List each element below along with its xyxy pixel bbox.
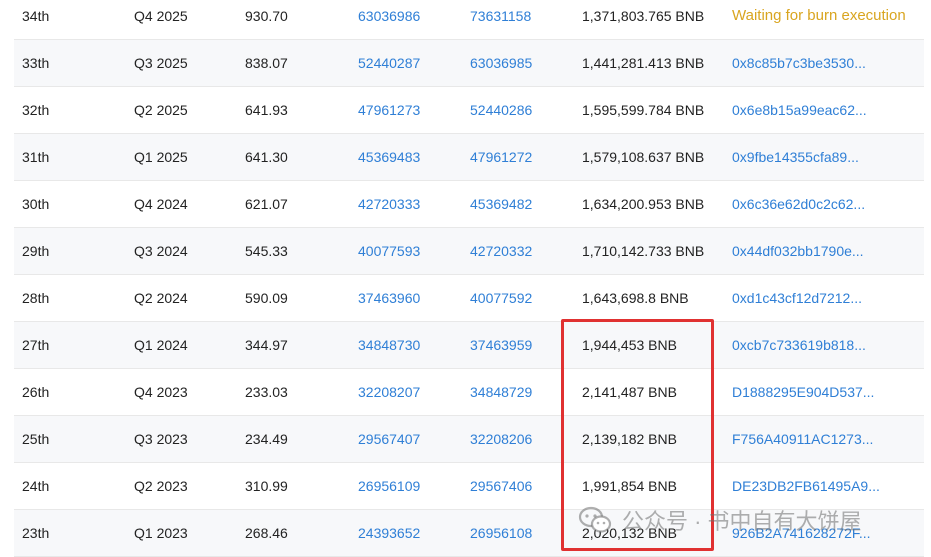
quarter-cell: Q2 2023 — [134, 478, 188, 494]
start-block-link[interactable]: 37463960 — [358, 275, 420, 321]
rank-cell: 33th — [22, 55, 50, 71]
tx-hash-link[interactable]: 0xd1c43cf12d7212... — [732, 275, 862, 321]
quarter-cell: Q3 2023 — [134, 431, 188, 447]
rank-cell: 24th — [22, 478, 50, 494]
rank-cell: 25th — [22, 431, 50, 447]
tx-hash-link[interactable]: 0x6e8b15a99eac62... — [732, 87, 867, 133]
end-block-link[interactable]: 45369482 — [470, 181, 532, 227]
rank-cell: 31th — [22, 149, 50, 165]
quarter-cell: Q1 2023 — [134, 525, 188, 541]
start-block-link[interactable]: 24393652 — [358, 510, 420, 556]
burn-amount-cell: 2,139,182 BNB — [582, 431, 677, 447]
quarter-cell: Q4 2025 — [134, 8, 188, 24]
table-row: 30th Q4 2024 621.07 42720333 45369482 1,634,2… — [14, 181, 924, 228]
quarter-cell: Q3 2025 — [134, 55, 188, 71]
rank-cell: 34th — [22, 8, 50, 24]
pending-status: Waiting for burn execution — [732, 7, 906, 24]
start-block-link[interactable]: 52440287 — [358, 40, 420, 86]
price-cell: 344.97 — [245, 337, 288, 353]
rank-cell: 32th — [22, 102, 50, 118]
rank-cell: 28th — [22, 290, 50, 306]
price-cell: 234.49 — [245, 431, 288, 447]
tx-hash-link[interactable]: 0x44df032bb1790e... — [732, 228, 864, 274]
start-block-link[interactable]: 34848730 — [358, 322, 420, 368]
end-block-link[interactable]: 32208206 — [470, 416, 532, 462]
rank-cell: 23th — [22, 525, 50, 541]
end-block-link[interactable]: 63036985 — [470, 40, 532, 86]
price-cell: 310.99 — [245, 478, 288, 494]
tx-hash-link[interactable]: F756A40911AC1273... — [732, 416, 873, 462]
start-block-link[interactable]: 45369483 — [358, 134, 420, 180]
price-cell: 641.30 — [245, 149, 288, 165]
table-row: 32th Q2 2025 641.93 47961273 52440286 1,595,5… — [14, 87, 924, 134]
price-cell: 268.46 — [245, 525, 288, 541]
start-block-link[interactable]: 42720333 — [358, 181, 420, 227]
quarter-cell: Q4 2023 — [134, 384, 188, 400]
tx-hash-link[interactable]: 0x9fbe14355cfa89... — [732, 134, 859, 180]
quarter-cell: Q1 2024 — [134, 337, 188, 353]
rank-cell: 29th — [22, 243, 50, 259]
price-cell: 641.93 — [245, 102, 288, 118]
end-block-link[interactable]: 29567406 — [470, 463, 532, 509]
burn-amount-cell: 1,944,453 BNB — [582, 337, 677, 353]
rank-cell: 30th — [22, 196, 50, 212]
burn-amount-cell: 1,710,142.733 BNB — [582, 243, 705, 259]
quarter-cell: Q1 2025 — [134, 149, 188, 165]
burn-amount-cell: 1,441,281.413 BNB — [582, 55, 705, 71]
start-block-link[interactable]: 26956109 — [358, 463, 420, 509]
price-cell: 233.03 — [245, 384, 288, 400]
tx-hash-link[interactable]: 0x8c85b7c3be3530... — [732, 40, 866, 86]
table-row: 33th Q3 2025 838.07 52440287 63036985 1,441,2… — [14, 40, 924, 87]
end-block-link[interactable]: 26956108 — [470, 510, 532, 556]
price-cell: 930.70 — [245, 8, 288, 24]
table-row: 31th Q1 2025 641.30 45369483 47961272 1,579,1… — [14, 134, 924, 181]
start-block-link[interactable]: 47961273 — [358, 87, 420, 133]
burn-amount-cell: 2,141,487 BNB — [582, 384, 677, 400]
start-block-link[interactable]: 63036986 — [358, 0, 420, 39]
burn-amount-cell: 1,634,200.953 BNB — [582, 196, 705, 212]
table-row: 26th Q4 2023 233.03 32208207 34848729 2,141,4… — [14, 369, 924, 416]
table-row: 28th Q2 2024 590.09 37463960 40077592 1,643,6… — [14, 275, 924, 322]
quarter-cell: Q2 2025 — [134, 102, 188, 118]
rank-cell: 26th — [22, 384, 50, 400]
rank-cell: 27th — [22, 337, 50, 353]
burn-amount-cell: 1,371,803.765 BNB — [582, 8, 705, 24]
start-block-link[interactable]: 40077593 — [358, 228, 420, 274]
table-row: 34th Q4 2025 930.70 63036986 73631158 1,371,8… — [14, 0, 924, 40]
start-block-link[interactable]: 32208207 — [358, 369, 420, 415]
tx-hash-link[interactable]: D1888295E904D537... — [732, 369, 874, 415]
quarter-cell: Q3 2024 — [134, 243, 188, 259]
price-cell: 545.33 — [245, 243, 288, 259]
quarter-cell: Q2 2024 — [134, 290, 188, 306]
tx-hash-link[interactable]: 0x6c36e62d0c2c62... — [732, 181, 865, 227]
end-block-link[interactable]: 73631158 — [470, 0, 531, 39]
end-block-link[interactable]: 52440286 — [470, 87, 532, 133]
tx-hash-link[interactable]: 0xcb7c733619b818... — [732, 322, 866, 368]
watermark-text: 公众号 · 书中自有大饼屋 — [622, 509, 862, 534]
price-cell: 590.09 — [245, 290, 288, 306]
burn-history-table: 34th Q4 2025 930.70 63036986 73631158 1,371,8… — [14, 0, 924, 557]
table-row: 25th Q3 2023 234.49 29567407 32208206 2,139,1… — [14, 416, 924, 463]
quarter-cell: Q4 2024 — [134, 196, 188, 212]
end-block-link[interactable]: 34848729 — [470, 369, 532, 415]
burn-amount-cell: 1,595,599.784 BNB — [582, 102, 705, 118]
end-block-link[interactable]: 47961272 — [470, 134, 532, 180]
wechat-icon — [578, 506, 612, 533]
watermark: 公众号 · 书中自有大饼屋 — [578, 503, 862, 537]
price-cell: 838.07 — [245, 55, 288, 71]
price-cell: 621.07 — [245, 196, 288, 212]
end-block-link[interactable]: 37463959 — [470, 322, 532, 368]
end-block-link[interactable]: 40077592 — [470, 275, 532, 321]
start-block-link[interactable]: 29567407 — [358, 416, 420, 462]
end-block-link[interactable]: 42720332 — [470, 228, 532, 274]
table-row: 29th Q3 2024 545.33 40077593 42720332 1,710,1… — [14, 228, 924, 275]
table-row: 27th Q1 2024 344.97 34848730 37463959 1,944,4… — [14, 322, 924, 369]
burn-amount-cell: 1,643,698.8 BNB — [582, 290, 689, 306]
burn-amount-cell: 1,579,108.637 BNB — [582, 149, 705, 165]
